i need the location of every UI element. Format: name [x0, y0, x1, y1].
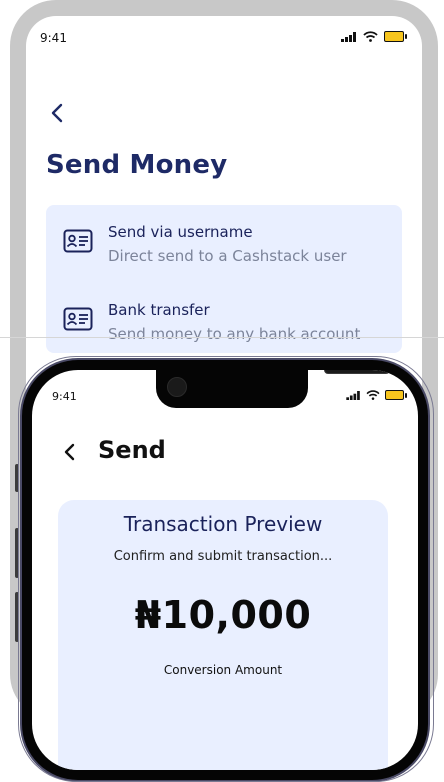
front-camera	[167, 377, 187, 397]
speaker-grille	[324, 370, 390, 374]
card-title: Transaction Preview	[123, 512, 323, 536]
option-title: Send via username	[108, 223, 253, 241]
chevron-left-icon[interactable]	[47, 102, 69, 124]
status-icons	[341, 31, 407, 42]
page-title: Send Money	[46, 150, 228, 180]
transaction-preview-card: Transaction Preview Confirm and submit t…	[58, 500, 388, 770]
front-phone-frame: 9:41 Send Transaction Preview Confirm an…	[15, 356, 434, 782]
id-card-icon	[63, 307, 93, 331]
card-subtitle: Confirm and submit transaction...	[113, 549, 333, 564]
volume-up-button	[15, 528, 19, 578]
signal-icon	[341, 31, 356, 42]
option-title: Bank transfer	[108, 301, 210, 319]
mute-switch	[15, 464, 19, 492]
divider	[0, 337, 444, 338]
conversion-amount-label: Conversion Amount	[163, 663, 283, 677]
option-send-via-username[interactable]: Send via username Direct send to a Cashs…	[46, 209, 402, 269]
chevron-left-icon[interactable]	[60, 442, 80, 462]
send-options-list: Send via username Direct send to a Cashs…	[46, 205, 402, 353]
volume-down-button	[15, 592, 19, 642]
page-title: Send	[98, 436, 166, 464]
battery-icon	[384, 31, 407, 42]
battery-icon	[385, 390, 407, 400]
option-subtitle: Direct send to a Cashstack user	[108, 247, 347, 265]
status-time: 9:41	[40, 31, 67, 45]
option-bank-transfer[interactable]: Bank transfer Send money to any bank acc…	[46, 287, 402, 347]
status-bar: 9:41	[40, 31, 407, 47]
status-time: 9:41	[52, 390, 77, 403]
signal-icon	[346, 390, 360, 400]
status-icons	[346, 390, 407, 400]
id-card-icon	[63, 229, 93, 253]
option-subtitle: Send money to any bank account	[108, 325, 361, 343]
transaction-amount: ₦10,000	[134, 593, 312, 637]
wifi-icon	[366, 390, 380, 400]
wifi-icon	[363, 31, 378, 42]
send-screen: 9:41 Send Transaction Preview Confirm an…	[32, 370, 418, 770]
